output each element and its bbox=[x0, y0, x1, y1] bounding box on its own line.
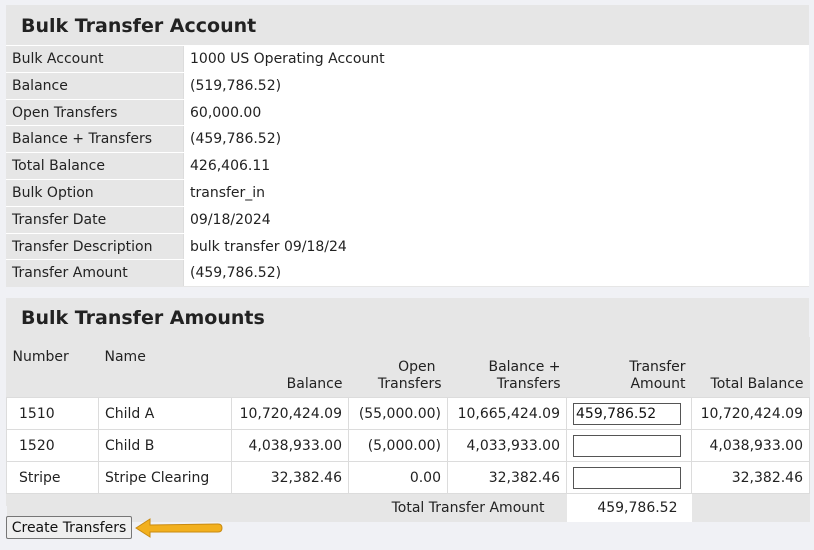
col-header-open-transfers: Open Transfers bbox=[348, 337, 448, 398]
cell-balance: 4,038,933.00 bbox=[231, 429, 349, 462]
account-row-label: Bulk Option bbox=[6, 179, 183, 206]
transfer-amount-input[interactable] bbox=[573, 466, 681, 489]
col-header-transfer-amount-line2: Amount bbox=[630, 376, 686, 392]
account-row: Bulk Account 1000 US Operating Account bbox=[6, 45, 809, 72]
account-row-label: Transfer Description bbox=[6, 233, 183, 260]
account-row-label: Bulk Account bbox=[6, 46, 183, 72]
account-row-value: (459,786.52) bbox=[183, 126, 809, 153]
cell-total-balance: 10,720,424.09 bbox=[691, 397, 810, 430]
col-header-balance-transfers-line2: Transfers bbox=[496, 376, 561, 392]
amounts-panel-title: Bulk Transfer Amounts bbox=[21, 307, 265, 329]
col-header-balance-transfers: Balance + Transfers bbox=[447, 337, 567, 398]
account-row-label: Transfer Amount bbox=[6, 260, 183, 287]
cell-total-balance: 4,038,933.00 bbox=[691, 429, 810, 462]
bulk-transfer-amounts-panel: Bulk Transfer Amounts Number Name Balanc… bbox=[6, 298, 810, 522]
total-row-spacer bbox=[691, 493, 810, 522]
cell-total-balance: 32,382.46 bbox=[691, 461, 810, 494]
col-header-transfer-amount-line1: Transfer bbox=[629, 359, 686, 375]
cell-name: Child B bbox=[98, 429, 232, 462]
account-row-label: Transfer Date bbox=[6, 206, 183, 233]
cell-balance: 10,720,424.09 bbox=[231, 397, 349, 430]
account-row: Transfer Description bulk transfer 09/18/… bbox=[6, 232, 809, 260]
create-transfers-button[interactable]: Create Transfers bbox=[6, 516, 132, 539]
account-row: Balance (519,786.52) bbox=[6, 71, 809, 99]
cell-balance-transfers: 4,033,933.00 bbox=[447, 429, 567, 462]
table-row: 1520 Child B 4,038,933.00 (5,000.00) 4,033,9… bbox=[6, 429, 810, 462]
col-header-balance: Balance bbox=[231, 337, 349, 398]
table-row: 1510 Child A 10,720,424.09 (55,000.00) 10,66… bbox=[6, 397, 810, 430]
account-row-value: 1000 US Operating Account bbox=[183, 46, 809, 72]
cell-name: Stripe Clearing bbox=[98, 461, 232, 494]
col-header-open-transfers-line1: Open bbox=[398, 359, 436, 375]
cell-transfer-amount bbox=[566, 397, 692, 430]
cell-transfer-amount bbox=[566, 461, 692, 494]
col-header-name: Name bbox=[98, 337, 232, 398]
cell-number: Stripe bbox=[6, 461, 99, 494]
account-row-value: (459,786.52) bbox=[183, 260, 809, 287]
account-panel-title: Bulk Transfer Account bbox=[21, 15, 257, 37]
table-row: Stripe Stripe Clearing 32,382.46 0.00 32,382… bbox=[6, 461, 810, 494]
total-transfer-amount-value: 459,786.52 bbox=[566, 493, 692, 522]
cell-open-transfers: 0.00 bbox=[348, 461, 448, 494]
account-row: Transfer Date 09/18/2024 bbox=[6, 205, 809, 233]
cell-balance-transfers: 32,382.46 bbox=[447, 461, 567, 494]
left-arrow-icon bbox=[135, 518, 223, 538]
account-row-label: Open Transfers bbox=[6, 99, 183, 126]
account-row-value: (519,786.52) bbox=[183, 72, 809, 99]
account-row-label: Balance + Transfers bbox=[6, 126, 183, 153]
col-header-transfer-amount: Transfer Amount bbox=[566, 337, 692, 398]
cell-transfer-amount bbox=[566, 429, 692, 462]
cell-open-transfers: (55,000.00) bbox=[348, 397, 448, 430]
account-row-value: 60,000.00 bbox=[183, 99, 809, 126]
cell-balance-transfers: 10,665,424.09 bbox=[447, 397, 567, 430]
cell-balance: 32,382.46 bbox=[231, 461, 349, 494]
account-row: Bulk Option transfer_in bbox=[6, 178, 809, 206]
transfer-amount-input[interactable] bbox=[573, 434, 681, 457]
amounts-header-row: Number Name Balance Open Transfers Balan… bbox=[6, 337, 810, 398]
amounts-table: Number Name Balance Open Transfers Balan… bbox=[6, 337, 810, 522]
amounts-table-body: 1510 Child A 10,720,424.09 (55,000.00) 10,66… bbox=[6, 397, 810, 494]
cell-name: Child A bbox=[98, 397, 232, 430]
account-row-label: Total Balance bbox=[6, 153, 183, 179]
account-row-value: 09/18/2024 bbox=[183, 206, 809, 233]
account-details: Bulk Account 1000 US Operating Account Bal… bbox=[6, 45, 809, 287]
cell-open-transfers: (5,000.00) bbox=[348, 429, 448, 462]
account-row: Total Balance 426,406.11 bbox=[6, 152, 809, 179]
col-header-total-balance: Total Balance bbox=[691, 337, 810, 398]
account-row-value: transfer_in bbox=[183, 179, 809, 206]
col-header-number: Number bbox=[6, 337, 99, 398]
cell-number: 1510 bbox=[6, 397, 99, 430]
cell-number: 1520 bbox=[6, 429, 99, 462]
account-row-value: 426,406.11 bbox=[183, 153, 809, 179]
transfer-amount-input[interactable] bbox=[573, 402, 681, 425]
account-row-value: bulk transfer 09/18/24 bbox=[183, 233, 809, 260]
account-row: Transfer Amount (459,786.52) bbox=[6, 259, 809, 287]
col-header-balance-transfers-line1: Balance + bbox=[488, 359, 561, 375]
col-header-open-transfers-line2: Transfers bbox=[377, 376, 442, 392]
account-row: Balance + Transfers (459,786.52) bbox=[6, 125, 809, 153]
bulk-transfer-account-panel: Bulk Transfer Account Bulk Account 1000 U… bbox=[6, 5, 809, 287]
account-row: Open Transfers 60,000.00 bbox=[6, 98, 809, 126]
account-row-label: Balance bbox=[6, 72, 183, 99]
